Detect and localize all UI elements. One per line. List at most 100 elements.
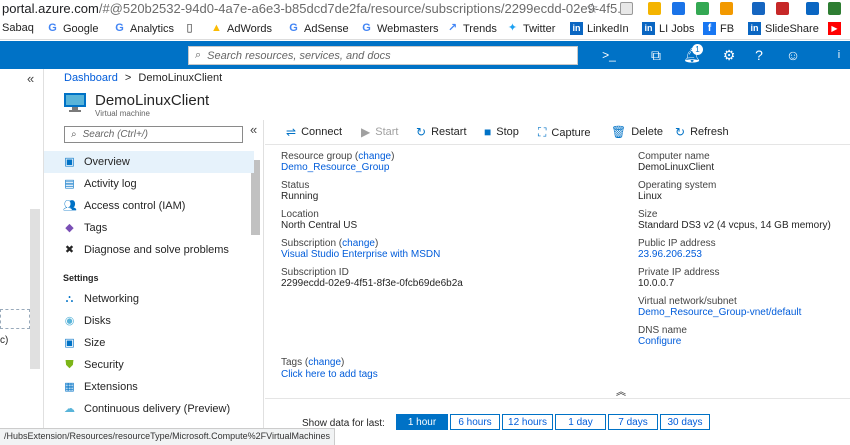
collapse-essentials-icon[interactable]: ︽ xyxy=(616,383,626,398)
size-label: Size xyxy=(638,209,658,220)
delete-button[interactable]: 🗑︎ Delete xyxy=(611,125,663,139)
tag-icon: ◆ xyxy=(65,221,74,234)
restart-button[interactable]: ↻ Restart xyxy=(416,125,467,139)
wrench-icon: ✖ xyxy=(64,243,75,256)
trash-icon: 🗑︎ xyxy=(611,125,627,139)
extension-icon[interactable] xyxy=(648,2,661,15)
menu-item-tags[interactable]: ◆ Tags xyxy=(44,217,254,239)
bookmark-sabaq[interactable]: Sabaq xyxy=(2,22,34,34)
change-resource-group-link[interactable]: change xyxy=(358,151,391,162)
vnet-link[interactable]: Demo_Resource_Group-vnet/default xyxy=(638,307,801,318)
change-tags-link[interactable]: change xyxy=(308,357,341,368)
os-value: Linux xyxy=(638,191,662,202)
toolbar-divider xyxy=(265,144,850,145)
extension-icon[interactable] xyxy=(672,2,685,15)
bookmark-analytics[interactable]: G Analytics xyxy=(113,22,174,35)
menu-item-access-control[interactable]: 👥︎ Access control (IAM) xyxy=(44,195,254,217)
menu-item-diagnose[interactable]: ✖ Diagnose and solve problems xyxy=(44,239,254,261)
help-icon[interactable]: ? xyxy=(750,46,768,64)
capture-button[interactable]: ⛶ Capture xyxy=(538,125,591,140)
url-text[interactable]: portal.azure.com/#@520b2532-94d0-4a7e-a6… xyxy=(2,1,628,16)
menu-item-size[interactable]: ▣ Size xyxy=(44,332,254,354)
bookmark-adsense[interactable]: G AdSense xyxy=(287,22,348,35)
google-icon: G xyxy=(362,22,371,34)
change-subscription-link[interactable]: change xyxy=(342,238,375,249)
feedback-icon[interactable]: ☺ xyxy=(784,46,802,64)
extension-icon[interactable] xyxy=(806,2,819,15)
public-ip-link[interactable]: 23.96.206.253 xyxy=(638,249,702,260)
extension-icon[interactable] xyxy=(776,2,789,15)
time-range-7-days[interactable]: 7 days xyxy=(608,414,658,430)
extension-icon[interactable] xyxy=(828,2,841,15)
time-range-1-day[interactable]: 1 day xyxy=(555,414,606,430)
extension-icon[interactable] xyxy=(752,2,765,15)
resource-group-link[interactable]: Demo_Resource_Group xyxy=(281,162,389,173)
directory-filter-icon[interactable]: ⧉ xyxy=(647,46,665,64)
resource-menu: « ⌕ Search (Ctrl+/) ▣ Overview ▤ Activit… xyxy=(44,120,264,445)
account-avatar[interactable]: i xyxy=(830,46,848,64)
time-range-12-hours[interactable]: 12 hours xyxy=(502,414,553,430)
menu-item-continuous-delivery[interactable]: ☁ Continuous delivery (Preview) xyxy=(44,398,254,420)
menu-collapse-icon[interactable]: « xyxy=(250,122,257,137)
subscription-id-value: 2299ecdd-02e9-4f51-8f3e-0fcb69de6b2a xyxy=(281,278,463,289)
google-icon: G xyxy=(48,22,57,34)
menu-search-input[interactable]: ⌕ Search (Ctrl+/) xyxy=(64,126,243,143)
bookmark-page[interactable]: ▯ xyxy=(183,22,196,35)
global-search-input[interactable]: ⌕ Search resources, services, and docs xyxy=(188,46,578,65)
extension-icon[interactable] xyxy=(720,2,733,15)
menu-item-disks[interactable]: ◉ Disks xyxy=(44,310,254,332)
sidebar-collapse-icon[interactable]: « xyxy=(27,71,34,86)
disk-icon: ◉ xyxy=(64,314,75,327)
breadcrumb-dashboard[interactable]: Dashboard xyxy=(64,72,118,84)
bookmark-webmasters[interactable]: G Webmasters xyxy=(360,22,438,35)
bookmark-fb[interactable]: f FB xyxy=(703,22,734,35)
bookmark-li-jobs[interactable]: in LI Jobs xyxy=(642,22,694,35)
delivery-icon: ☁ xyxy=(64,402,75,415)
dns-label: DNS name xyxy=(638,325,687,336)
bookmark-youtube[interactable]: ▶ xyxy=(828,22,841,35)
connect-button[interactable]: ⇌ Connect xyxy=(286,125,342,139)
start-button[interactable]: ▶ Start xyxy=(361,125,398,139)
sidebar-item-partial[interactable] xyxy=(0,309,30,329)
bookmark-twitter[interactable]: ✦ Twitter xyxy=(506,22,556,35)
bookmark-slideshare[interactable]: in SlideShare xyxy=(748,22,819,35)
facebook-icon: f xyxy=(703,22,716,35)
menu-item-extensions[interactable]: ▦ Extensions xyxy=(44,376,254,398)
bookmark-google[interactable]: G Google xyxy=(46,22,98,35)
time-range-30-days[interactable]: 30 days xyxy=(660,414,710,430)
page-icon: ▯ xyxy=(186,22,193,34)
tags-label: Tags (change) xyxy=(281,357,345,368)
settings-gear-icon[interactable]: ⚙ xyxy=(720,46,738,64)
menu-item-security[interactable]: ⛊ Security xyxy=(44,354,254,376)
time-range-6-hours[interactable]: 6 hours xyxy=(450,414,500,430)
menu-section-settings: Settings xyxy=(63,273,99,283)
browser-address-bar[interactable]: portal.azure.com/#@520b2532-94d0-4a7e-a6… xyxy=(0,0,850,18)
refresh-button[interactable]: ↻ Refresh xyxy=(675,125,729,139)
subscription-link[interactable]: Visual Studio Enterprise with MSDN xyxy=(281,249,440,260)
menu-item-activity-log[interactable]: ▤ Activity log xyxy=(44,173,254,195)
cloud-shell-icon[interactable]: >_ xyxy=(600,46,618,64)
extension-icon[interactable] xyxy=(620,2,633,15)
menu-item-overview[interactable]: ▣ Overview xyxy=(44,151,254,173)
bookmark-trends[interactable]: ↗ Trends xyxy=(446,22,497,35)
sidebar-scrollbar[interactable] xyxy=(30,209,40,369)
virtual-machine-icon xyxy=(64,93,86,112)
stop-button[interactable]: ■ Stop xyxy=(484,125,519,139)
status-label: Status xyxy=(281,180,310,191)
extension-icon[interactable] xyxy=(696,2,709,15)
bookmark-adwords[interactable]: ▲ AdWords xyxy=(210,22,272,35)
twitter-icon: ✦ xyxy=(507,22,518,34)
dns-configure-link[interactable]: Configure xyxy=(638,336,681,347)
size-value: Standard DS3 v2 (4 vcpus, 14 GB memory) xyxy=(638,220,831,231)
add-tags-link[interactable]: Click here to add tags xyxy=(281,369,378,380)
linkedin-icon: in xyxy=(748,22,761,35)
time-range-1-hour[interactable]: 1 hour xyxy=(396,414,448,430)
connect-icon: ⇌ xyxy=(286,125,297,139)
menu-item-networking[interactable]: ⛬ Networking xyxy=(44,288,254,310)
google-icon: G xyxy=(289,22,298,34)
bookmark-linkedin[interactable]: in LinkedIn xyxy=(570,22,629,35)
breadcrumb-current: DemoLinuxClient xyxy=(138,72,223,84)
bookmarks-bar: Sabaq G Google G Analytics ▯ ▲ AdWords G AdS… xyxy=(0,18,850,40)
search-icon: ⌕ xyxy=(195,49,202,61)
bookmark-star-icon[interactable]: ☆ xyxy=(586,0,599,17)
